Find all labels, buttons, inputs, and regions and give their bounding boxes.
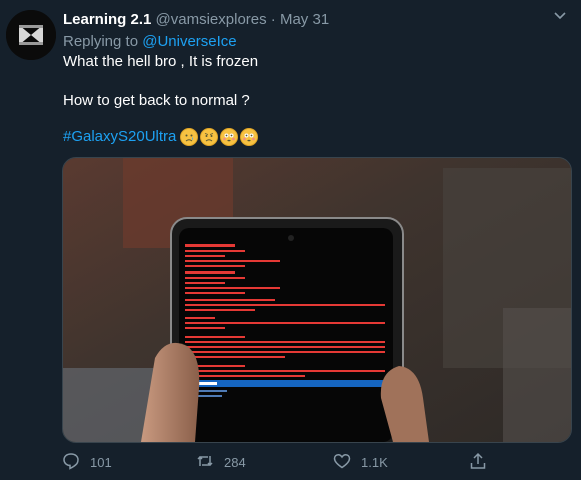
hashtag-link[interactable]: #GalaxyS20Ultra (63, 127, 176, 147)
tweet-date[interactable]: May 31 (280, 11, 329, 28)
tweet-header: Learning 2.1 @vamsiexplores · May 31 (63, 10, 551, 30)
chevron-down-icon[interactable] (552, 8, 568, 28)
tweet-hashtag-line: #GalaxyS20Ultra (63, 127, 259, 147)
display-name[interactable]: Learning 2.1 (63, 11, 151, 28)
flushed-face-icon (240, 128, 259, 146)
tweet-text-line-2: How to get back to normal ? (63, 92, 250, 109)
tweet: Learning 2.1 @vamsiexplores · May 31 Rep… (0, 0, 581, 480)
reply-icon (62, 452, 80, 473)
like-button[interactable]: 1.1K (333, 452, 388, 473)
user-handle[interactable]: @vamsiexplores (156, 11, 267, 28)
replying-to-prefix: Replying to (63, 33, 139, 50)
separator-dot: · (270, 11, 276, 28)
crying-face-icon (180, 128, 199, 146)
share-button[interactable] (469, 452, 487, 473)
heart-icon (333, 452, 351, 473)
replying-to-handle[interactable]: @UniverseIce (142, 33, 236, 50)
reply-button[interactable]: 101 (62, 452, 112, 473)
retweet-count: 284 (224, 455, 246, 470)
avatar[interactable] (6, 10, 56, 60)
photo-phone-recovery-screen (63, 158, 571, 442)
tweet-actions: 101 284 1.1K (62, 452, 542, 474)
replying-to: Replying to @UniverseIce (63, 32, 237, 52)
tweet-text-line-1: What the hell bro , It is frozen (63, 53, 259, 70)
retweet-icon (196, 452, 214, 473)
reply-count: 101 (90, 455, 112, 470)
flushed-face-icon (220, 128, 239, 146)
share-icon (469, 452, 487, 473)
tweet-photo[interactable] (62, 157, 572, 443)
like-count: 1.1K (361, 455, 388, 470)
retweet-button[interactable]: 284 (196, 452, 246, 473)
worried-face-icon (200, 128, 219, 146)
